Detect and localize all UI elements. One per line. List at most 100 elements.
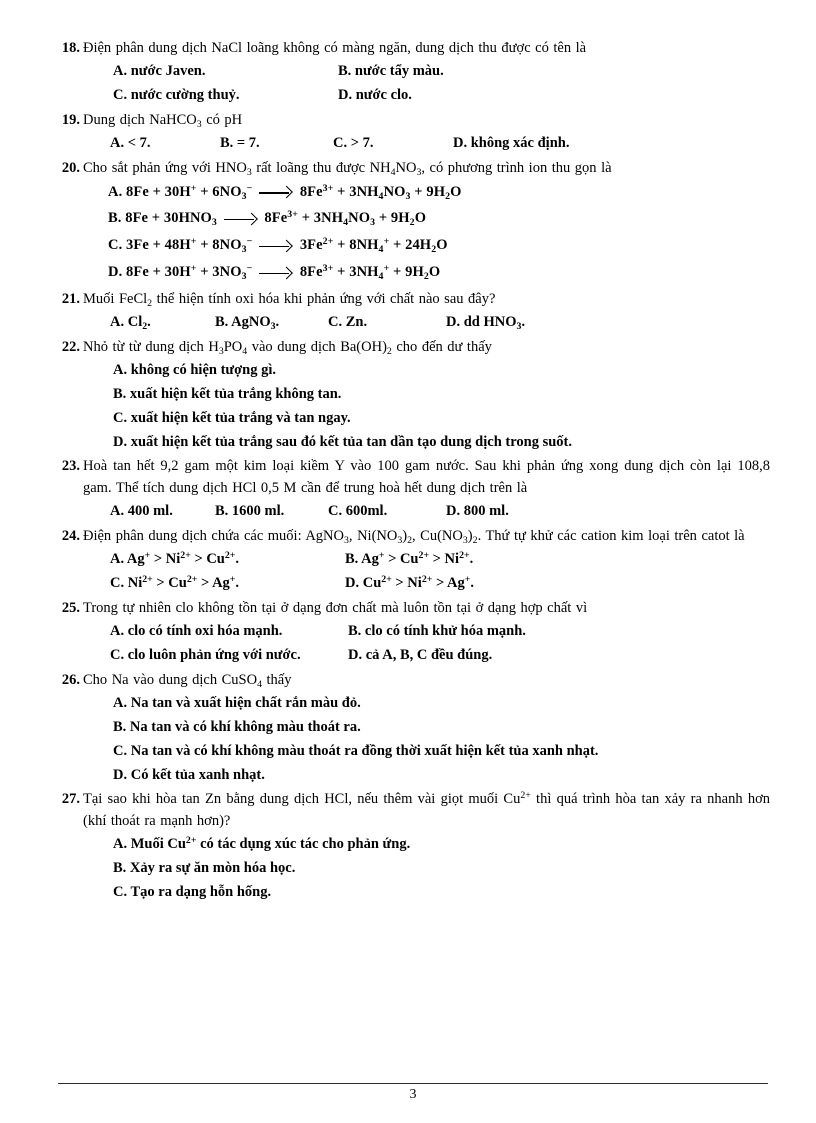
question-21-text: Muối FeCl2 thể hiện tính oxi hóa khi phả… bbox=[83, 290, 496, 309]
option-row: A. < 7. B. = 7. C. > 7. D. không xác địn… bbox=[110, 133, 770, 155]
option-row: C. nước cường thuỷ. D. nước clo. bbox=[113, 85, 770, 107]
option-row: D. Có kết tủa xanh nhạt. bbox=[113, 765, 770, 787]
question-18-number: 18. bbox=[61, 40, 80, 56]
option-b[interactable]: B. = 7. bbox=[220, 133, 333, 155]
option-c[interactable]: C. 3Fe + 48H+ + 8NO3− 3Fe2+ + 8NH4+ + 24… bbox=[108, 235, 770, 257]
option-row: A. Ag+ > Ni2+ > Cu2+. B. Ag+ > Cu2+ > Ni… bbox=[110, 549, 770, 571]
option-row: C. xuất hiện kết tủa trắng và tan ngay. bbox=[113, 408, 770, 430]
option-c[interactable]: C. clo luôn phản ứng với nước. bbox=[110, 645, 348, 667]
option-a[interactable]: A. Ag+ > Ni2+ > Cu2+. bbox=[110, 549, 345, 571]
question-19-number: 19. bbox=[61, 111, 80, 128]
option-b[interactable]: B. xuất hiện kết tủa trắng không tan. bbox=[113, 384, 770, 406]
option-d[interactable]: D. Cu2+ > Ni2+ > Ag+. bbox=[345, 573, 474, 595]
question-25: 25. Trong tự nhiên clo không tồn tại ở d… bbox=[58, 598, 770, 667]
question-21: 21. Muối FeCl2 thể hiện tính oxi hóa khi… bbox=[58, 289, 770, 334]
option-b[interactable]: B. 1600 ml. bbox=[215, 501, 328, 523]
option-row: C. Tạo ra dạng hỗn hống. bbox=[113, 882, 770, 904]
question-22-header: 22. Nhỏ từ từ dung dịch H3PO4 vào dung d… bbox=[58, 337, 770, 358]
question-24-header: 24. Điện phân dung dịch chứa các muối: A… bbox=[58, 526, 770, 547]
option-a[interactable]: A. không có hiện tượng gì. bbox=[113, 360, 770, 382]
option-d[interactable]: D. cả A, B, C đều đúng. bbox=[348, 645, 492, 667]
option-a[interactable]: A. clo có tính oxi hóa mạnh. bbox=[110, 621, 348, 643]
option-d[interactable]: D. dd HNO3. bbox=[446, 312, 525, 334]
option-row: B. xuất hiện kết tủa trắng không tan. bbox=[113, 384, 770, 406]
question-23: 23. Hoà tan hết 9,2 gam một kim loại kiề… bbox=[58, 456, 770, 523]
question-20-number: 20. bbox=[61, 160, 80, 177]
option-b[interactable]: B. 8Fe + 30HNO3 8Fe3+ + 3NH4NO3 + 9H2O bbox=[108, 208, 770, 230]
question-24: 24. Điện phân dung dịch chứa các muối: A… bbox=[58, 526, 770, 595]
option-row: A. 400 ml. B. 1600 ml. C. 600ml. D. 800 … bbox=[110, 501, 770, 523]
question-27-text: Tại sao khi hòa tan Zn bằng dung dịch HC… bbox=[83, 790, 771, 829]
option-d[interactable]: D. Có kết tủa xanh nhạt. bbox=[113, 765, 770, 787]
option-row: A. Cl2. B. AgNO3. C. Zn. D. dd HNO3. bbox=[110, 312, 770, 334]
question-21-number: 21. bbox=[61, 290, 80, 307]
option-row: C. clo luôn phản ứng với nước. D. cả A, … bbox=[110, 645, 770, 667]
option-a[interactable]: A. Muối Cu2+ có tác dụng xúc tác cho phả… bbox=[113, 834, 770, 856]
option-a[interactable]: A. nước Javen. bbox=[113, 61, 338, 83]
question-26-number: 26. bbox=[61, 671, 80, 688]
option-c[interactable]: C. 600ml. bbox=[328, 501, 446, 523]
option-row: D. 8Fe + 30H+ + 3NO3− 8Fe3+ + 3NH4+ + 9H… bbox=[108, 262, 770, 284]
question-18-header: 18. Điện phân dung dịch NaCl loãng không… bbox=[58, 38, 770, 59]
option-d[interactable]: D. 8Fe + 30H+ + 3NO3− 8Fe3+ + 3NH4+ + 9H… bbox=[108, 262, 770, 284]
option-a[interactable]: A. Cl2. bbox=[110, 312, 215, 334]
option-b[interactable]: B. nước tẩy màu. bbox=[338, 61, 563, 83]
option-c[interactable]: C. Zn. bbox=[328, 312, 446, 334]
question-19-options: A. < 7. B. = 7. C. > 7. D. không xác địn… bbox=[58, 133, 770, 155]
option-a[interactable]: A. < 7. bbox=[110, 133, 220, 155]
option-d[interactable]: D. không xác định. bbox=[453, 133, 569, 155]
option-c[interactable]: C. Ni2+ > Cu2+ > Ag+. bbox=[110, 573, 345, 595]
question-18: 18. Điện phân dung dịch NaCl loãng không… bbox=[58, 38, 770, 107]
question-24-number: 24. bbox=[61, 527, 80, 544]
option-row: C. Na tan và có khí không màu thoát ra đ… bbox=[113, 741, 770, 763]
question-27-header: 27. Tại sao khi hòa tan Zn bằng dung dịc… bbox=[58, 789, 770, 832]
option-row: A. 8Fe + 30H+ + 6NO3− 8Fe3+ + 3NH4NO3 + … bbox=[108, 182, 770, 204]
question-23-text: Hoà tan hết 9,2 gam một kim loại kiềm Y … bbox=[83, 458, 770, 496]
question-20-options: A. 8Fe + 30H+ + 6NO3− 8Fe3+ + 3NH4NO3 + … bbox=[58, 182, 770, 284]
question-23-header: 23. Hoà tan hết 9,2 gam một kim loại kiề… bbox=[58, 456, 770, 499]
option-row: D. xuất hiện kết tủa trắng sau đó kết tủ… bbox=[113, 432, 770, 454]
option-row: C. Ni2+ > Cu2+ > Ag+. D. Cu2+ > Ni2+ > A… bbox=[110, 573, 770, 595]
option-a[interactable]: A. 400 ml. bbox=[110, 501, 215, 523]
option-b[interactable]: B. Ag+ > Cu2+ > Ni2+. bbox=[345, 549, 473, 571]
question-26-header: 26. Cho Na vào dung dịch CuSO4 thấy bbox=[58, 670, 770, 691]
option-b[interactable]: B. Na tan và có khí không màu thoát ra. bbox=[113, 717, 770, 739]
option-row: A. Na tan và xuất hiện chất rắn màu đỏ. bbox=[113, 693, 770, 715]
option-b[interactable]: B. Xảy ra sự ăn mòn hóa học. bbox=[113, 858, 770, 880]
option-c[interactable]: C. Na tan và có khí không màu thoát ra đ… bbox=[113, 741, 770, 763]
question-22-number: 22. bbox=[61, 338, 80, 355]
option-c[interactable]: C. Tạo ra dạng hỗn hống. bbox=[113, 882, 770, 904]
question-24-text: Điện phân dung dịch chứa các muối: AgNO3… bbox=[83, 527, 745, 546]
option-a[interactable]: A. 8Fe + 30H+ + 6NO3− 8Fe3+ + 3NH4NO3 + … bbox=[108, 182, 770, 204]
option-row: A. clo có tính oxi hóa mạnh. B. clo có t… bbox=[110, 621, 770, 643]
option-a[interactable]: A. Na tan và xuất hiện chất rắn màu đỏ. bbox=[113, 693, 770, 715]
question-19: 19. Dung dịch NaHCO3 có pH A. < 7. B. = … bbox=[58, 110, 770, 155]
option-row: B. Na tan và có khí không màu thoát ra. bbox=[113, 717, 770, 739]
option-d[interactable]: D. 800 ml. bbox=[446, 501, 509, 523]
question-24-options: A. Ag+ > Ni2+ > Cu2+. B. Ag+ > Cu2+ > Ni… bbox=[58, 549, 770, 595]
option-b[interactable]: B. AgNO3. bbox=[215, 312, 328, 334]
question-20-header: 20. Cho sắt phản ứng với HNO3 rất loãng … bbox=[58, 158, 770, 179]
question-18-options: A. nước Javen. B. nước tẩy màu. C. nước … bbox=[58, 61, 770, 107]
question-22: 22. Nhỏ từ từ dung dịch H3PO4 vào dung d… bbox=[58, 337, 770, 453]
option-c[interactable]: C. nước cường thuỷ. bbox=[113, 85, 338, 107]
option-row: A. Muối Cu2+ có tác dụng xúc tác cho phả… bbox=[113, 834, 770, 856]
question-27: 27. Tại sao khi hòa tan Zn bằng dung dịc… bbox=[58, 789, 770, 903]
question-19-text: Dung dịch NaHCO3 có pH bbox=[83, 111, 243, 130]
question-25-number: 25. bbox=[61, 599, 80, 616]
page-footer: 3 bbox=[58, 1083, 768, 1103]
question-21-options: A. Cl2. B. AgNO3. C. Zn. D. dd HNO3. bbox=[58, 312, 770, 334]
question-23-number: 23. bbox=[61, 458, 80, 475]
question-26-options: A. Na tan và xuất hiện chất rắn màu đỏ. … bbox=[58, 693, 770, 786]
page-number: 3 bbox=[409, 1087, 417, 1102]
option-d[interactable]: D. xuất hiện kết tủa trắng sau đó kết tủ… bbox=[113, 432, 770, 454]
option-row: B. Xảy ra sự ăn mòn hóa học. bbox=[113, 858, 770, 880]
question-26-text: Cho Na vào dung dịch CuSO4 thấy bbox=[83, 671, 292, 690]
option-b[interactable]: B. clo có tính khử hóa mạnh. bbox=[348, 621, 526, 643]
option-d[interactable]: D. nước clo. bbox=[338, 85, 563, 107]
footer-divider bbox=[58, 1083, 768, 1084]
question-21-header: 21. Muối FeCl2 thể hiện tính oxi hóa khi… bbox=[58, 289, 770, 310]
option-c[interactable]: C. > 7. bbox=[333, 133, 453, 155]
option-c[interactable]: C. xuất hiện kết tủa trắng và tan ngay. bbox=[113, 408, 770, 430]
question-26: 26. Cho Na vào dung dịch CuSO4 thấy A. N… bbox=[58, 670, 770, 786]
